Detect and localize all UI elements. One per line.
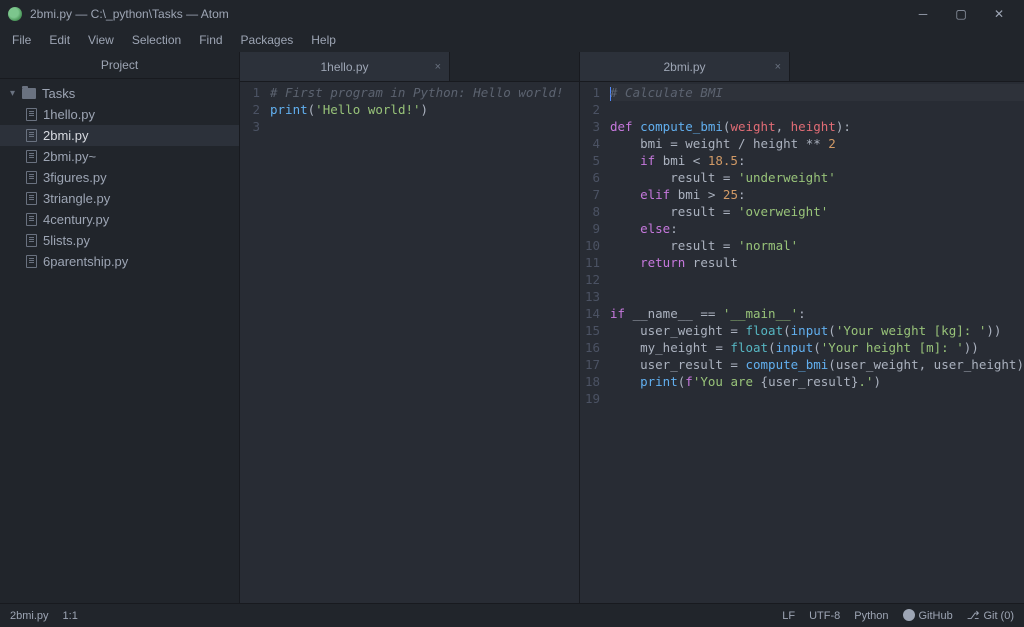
tree-file[interactable]: 6parentship.py [0, 251, 239, 272]
code-editor[interactable]: 123# First program in Python: Hello worl… [240, 82, 579, 603]
status-line-ending[interactable]: LF [782, 610, 795, 622]
maximize-button[interactable]: ▢ [944, 4, 978, 24]
menu-file[interactable]: File [4, 31, 39, 49]
close-icon[interactable]: × [775, 61, 781, 73]
menu-selection[interactable]: Selection [124, 31, 189, 49]
tree-file[interactable]: 2bmi.py~ [0, 146, 239, 167]
tree-file[interactable]: 5lists.py [0, 230, 239, 251]
code-content[interactable]: # Calculate BMI def compute_bmi(weight, … [610, 84, 1024, 603]
file-icon [26, 108, 37, 121]
code-content[interactable]: # First program in Python: Hello world!p… [270, 84, 579, 603]
project-sidebar: Project ▾Tasks1hello.py2bmi.py2bmi.py~3f… [0, 52, 240, 603]
menu-find[interactable]: Find [191, 31, 230, 49]
editor-pane: 1hello.py×123# First program in Python: … [240, 52, 580, 603]
status-github[interactable]: GitHub [903, 609, 953, 622]
tree-folder-root[interactable]: ▾Tasks [0, 83, 239, 104]
workspace: Project ▾Tasks1hello.py2bmi.py2bmi.py~3f… [0, 52, 1024, 603]
file-icon [26, 213, 37, 226]
tree-file[interactable]: 2bmi.py [0, 125, 239, 146]
tabbar: 2bmi.py× [580, 52, 1024, 82]
gutter: 123 [240, 84, 270, 603]
tree-file[interactable]: 1hello.py [0, 104, 239, 125]
github-icon [903, 609, 915, 621]
editor-pane: 2bmi.py×12345678910111213141516171819# C… [580, 52, 1024, 603]
tabbar: 1hello.py× [240, 52, 579, 82]
file-tree: ▾Tasks1hello.py2bmi.py2bmi.py~3figures.p… [0, 79, 239, 276]
statusbar: 2bmi.py 1:1 LF UTF-8 Python GitHub Git (… [0, 603, 1024, 627]
tree-file[interactable]: 3triangle.py [0, 188, 239, 209]
file-icon [26, 129, 37, 142]
tab[interactable]: 1hello.py× [240, 52, 450, 81]
status-file[interactable]: 2bmi.py [10, 610, 49, 622]
menu-view[interactable]: View [80, 31, 122, 49]
editor-panes: 1hello.py×123# First program in Python: … [240, 52, 1024, 603]
menu-edit[interactable]: Edit [41, 31, 78, 49]
status-git[interactable]: Git (0) [967, 609, 1014, 622]
window-controls: ─ ▢ ✕ [906, 4, 1016, 24]
menu-help[interactable]: Help [303, 31, 344, 49]
folder-icon [22, 88, 36, 99]
code-editor[interactable]: 12345678910111213141516171819# Calculate… [580, 82, 1024, 603]
chevron-down-icon: ▾ [10, 88, 22, 99]
close-icon[interactable]: × [435, 61, 441, 73]
atom-app-icon [8, 7, 22, 21]
tree-file[interactable]: 3figures.py [0, 167, 239, 188]
titlebar: 2bmi.py — C:\_python\Tasks — Atom ─ ▢ ✕ [0, 0, 1024, 28]
gutter: 12345678910111213141516171819 [580, 84, 610, 603]
sidebar-title: Project [0, 52, 239, 79]
file-icon [26, 192, 37, 205]
status-cursor-position[interactable]: 1:1 [63, 610, 78, 622]
tab[interactable]: 2bmi.py× [580, 52, 790, 81]
file-icon [26, 255, 37, 268]
status-encoding[interactable]: UTF-8 [809, 610, 840, 622]
file-icon [26, 150, 37, 163]
window-title: 2bmi.py — C:\_python\Tasks — Atom [30, 7, 906, 21]
menubar: FileEditViewSelectionFindPackagesHelp [0, 28, 1024, 52]
tree-file[interactable]: 4century.py [0, 209, 239, 230]
status-grammar[interactable]: Python [854, 610, 888, 622]
menu-packages[interactable]: Packages [233, 31, 302, 49]
file-icon [26, 234, 37, 247]
file-icon [26, 171, 37, 184]
close-button[interactable]: ✕ [982, 4, 1016, 24]
minimize-button[interactable]: ─ [906, 4, 940, 24]
